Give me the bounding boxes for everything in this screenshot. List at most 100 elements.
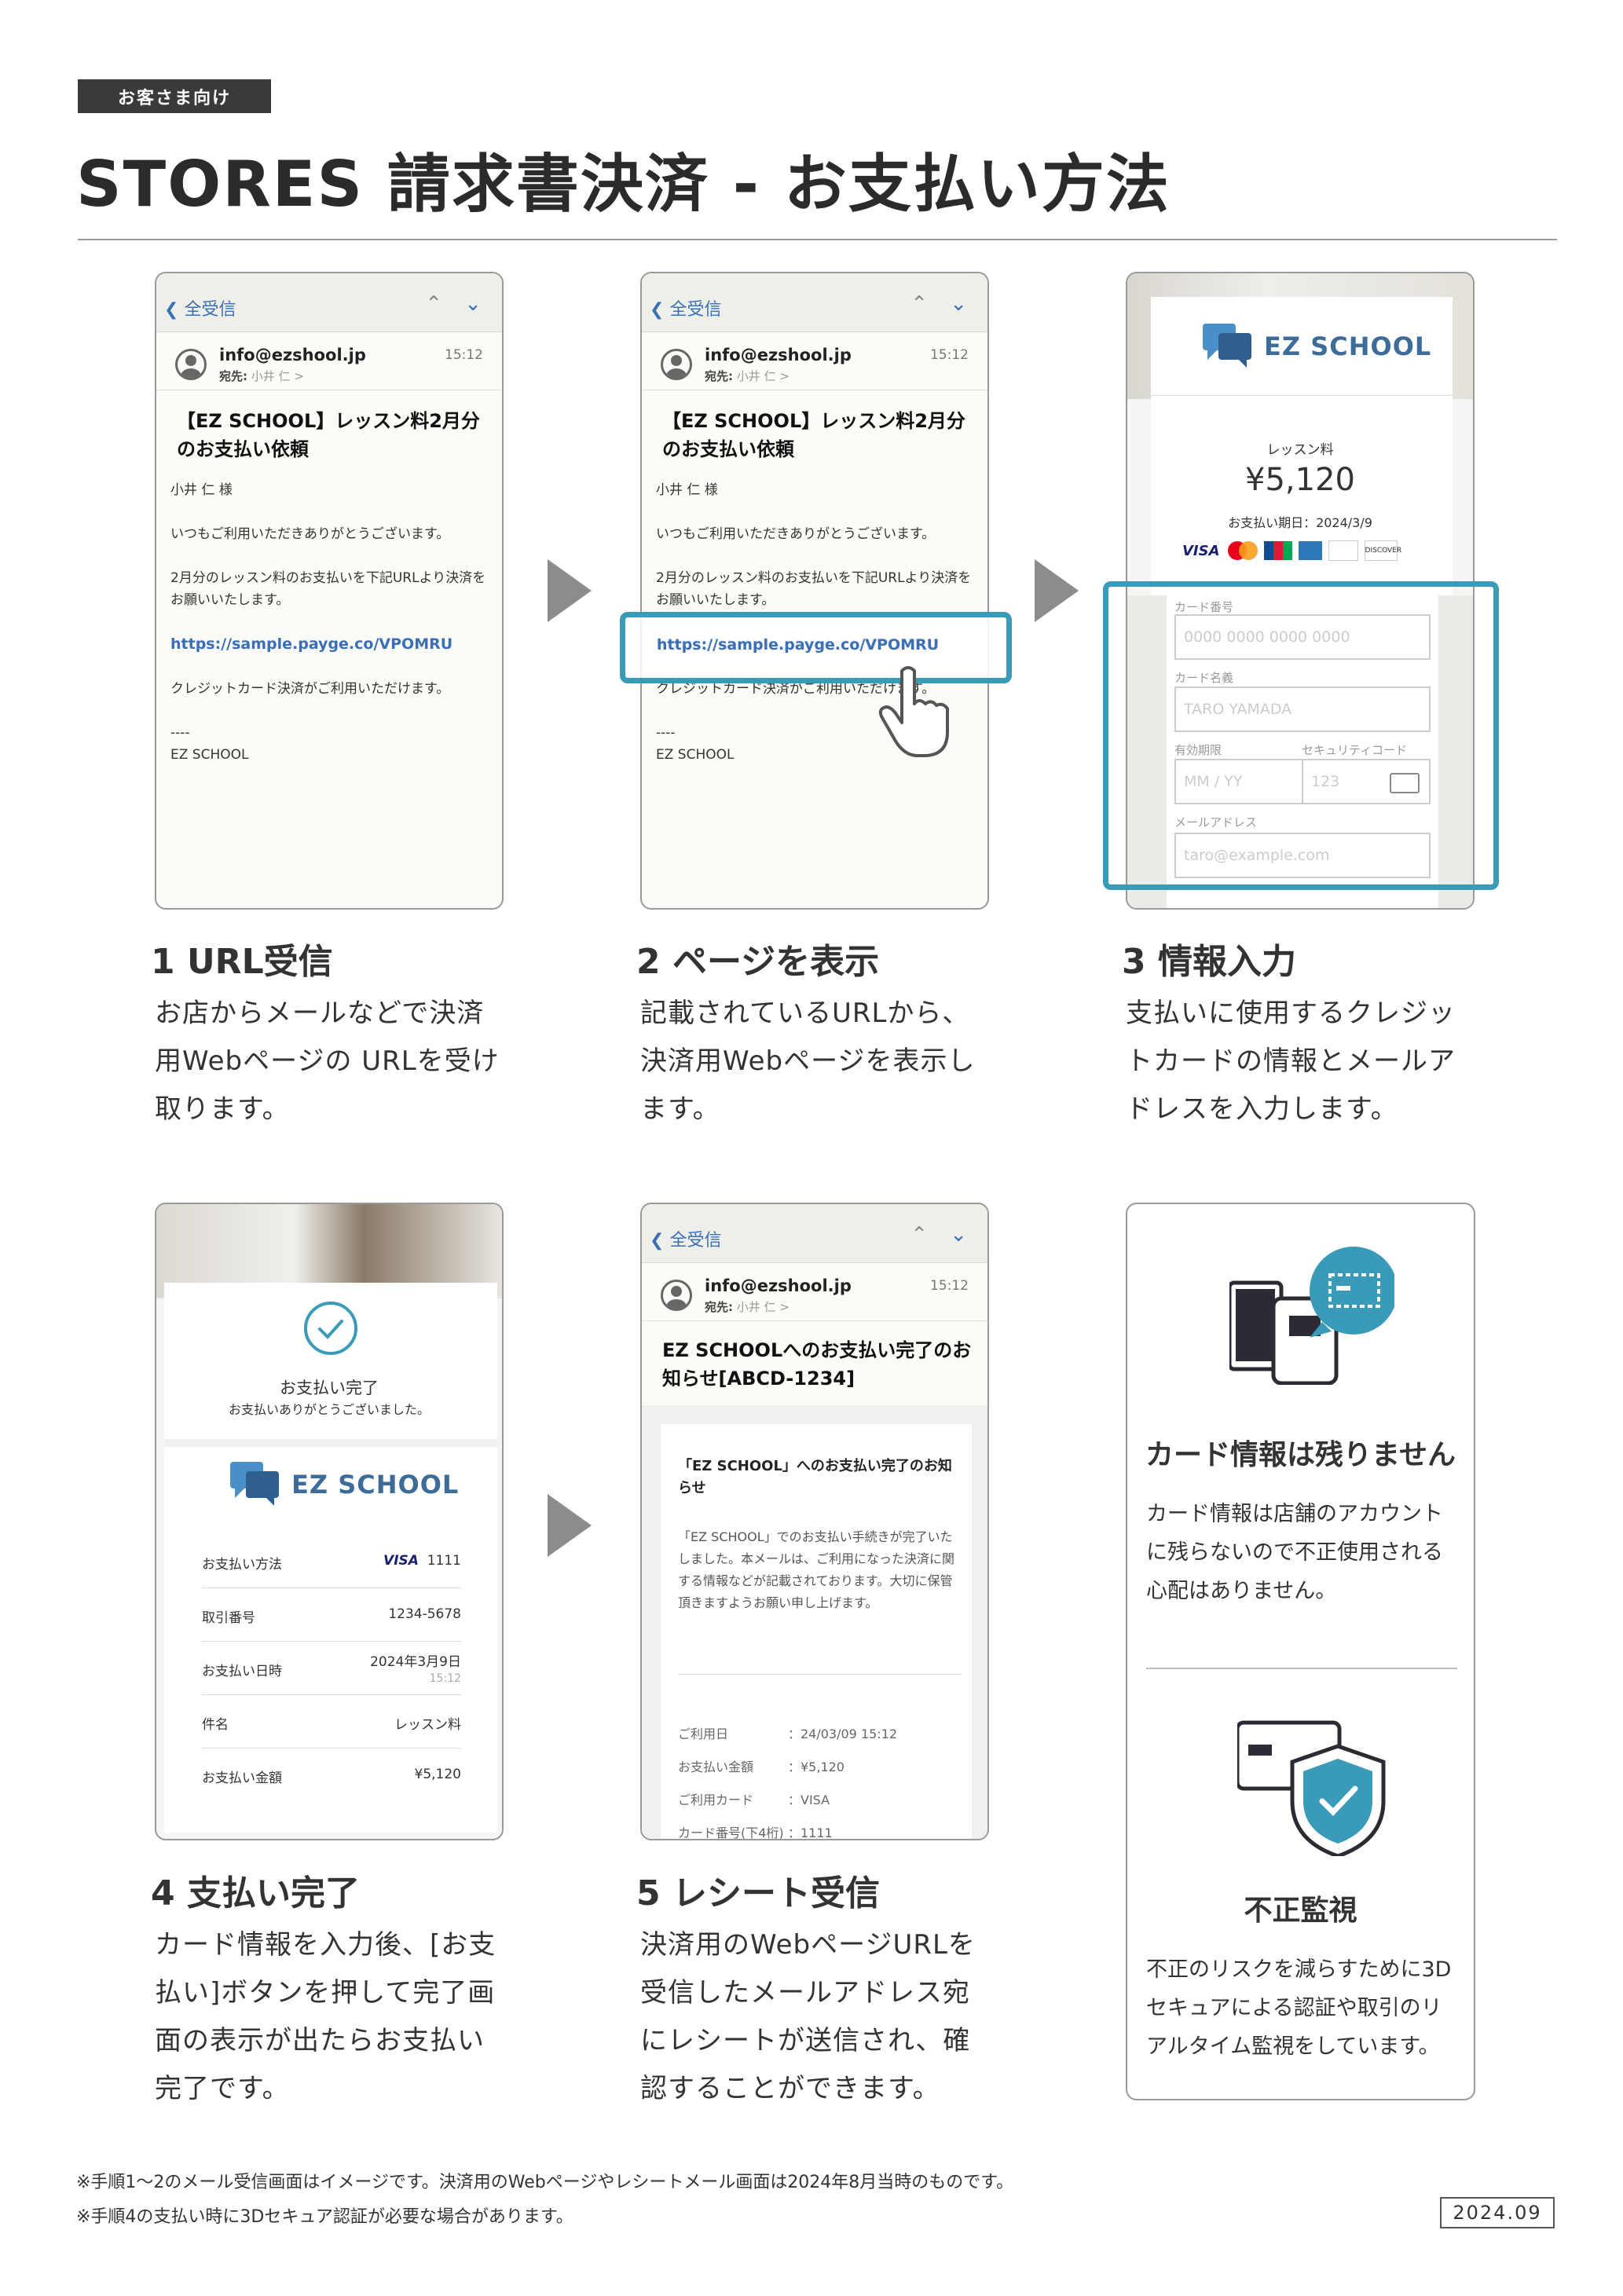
- receipt-body: 「EZ SCHOOL」でのお支払い手続きが完了いたしました。本メールは、ご利用に…: [678, 1529, 955, 1610]
- step-3-description: 支払いに使用するクレジットカードの情報とメールアドレスを入力します。: [1126, 998, 1456, 1125]
- step-2-description: 記載されているURLから、決済用Webページを表示します。: [640, 998, 976, 1125]
- form-highlight: [1103, 581, 1499, 890]
- item-row: 件名 レッスン料: [202, 1694, 461, 1749]
- step-3-heading: 3 情報入力: [1122, 942, 1296, 982]
- body-line: 2月分のレッスン料のお支払いを下記URLより決済をお願いいたします。: [656, 570, 972, 608]
- email-screen-2: ❮ 全受信 ⌃ ⌄ info@ezshool.jp 宛先: 小井 仁 > 15:…: [640, 272, 989, 910]
- amex-icon: [1298, 541, 1322, 560]
- mail-toolbar: ❮ 全受信 ⌃ ⌄: [642, 1204, 987, 1263]
- visa-icon: VISA: [383, 1553, 419, 1569]
- avatar-icon: [175, 349, 207, 380]
- received-time: 15:12: [445, 347, 483, 363]
- received-time: 15:12: [930, 347, 969, 363]
- due-date: お支払い期日：2024/3/9: [1228, 515, 1372, 530]
- brand-name: EZ SCHOOL: [1264, 331, 1432, 361]
- sender-address: info@ezshool.jp: [219, 346, 366, 364]
- ez-school-logo-icon: [230, 1462, 279, 1506]
- avatar-icon: [661, 1280, 692, 1311]
- sender-address: info@ezshool.jp: [705, 1276, 852, 1295]
- feature-2-title: 不正監視: [1244, 1895, 1357, 1927]
- chevron-down-icon[interactable]: ⌄: [464, 292, 482, 316]
- hand-pointer-icon: [878, 666, 949, 757]
- back-button[interactable]: ❮ 全受信: [164, 295, 236, 320]
- check-circle-icon: [304, 1302, 357, 1355]
- avatar-icon: [661, 349, 692, 380]
- receipt-email-screen: ❮ 全受信 ⌃ ⌄ info@ezshool.jp 宛先: 小井 仁 > 15:…: [640, 1203, 989, 1840]
- sender-block: info@ezshool.jp 宛先: 小井 仁 > 15:12: [642, 331, 987, 390]
- complete-subtitle: お支払いありがとうございました。: [228, 1402, 430, 1417]
- feature-1-title: カード情報は残りません: [1145, 1439, 1456, 1471]
- receipt-card: 「EZ SCHOOL」へのお支払い完了のお知らせ 「EZ SCHOOL」でのお支…: [661, 1424, 972, 1840]
- payment-method-row: お支払い方法 VISA 1111: [202, 1534, 461, 1588]
- step-2-heading: 2 ページを表示: [636, 942, 880, 982]
- payment-complete-screen: お支払い完了 お支払いありがとうございました。 EZ SCHOOL お支払い方法…: [155, 1203, 504, 1840]
- recipient: 宛先: 小井 仁 >: [705, 369, 790, 383]
- item-name: レッスン料: [1266, 442, 1334, 458]
- chevron-up-icon[interactable]: ⌃: [425, 292, 442, 316]
- body-line: 2月分のレッスン料のお支払いを下記URLより決済をお願いいたします。: [170, 570, 486, 608]
- email-screen-1: ❮ 全受信 ⌃ ⌄ info@ezshool.jp 宛先: 小井 仁 > 15:…: [155, 272, 504, 910]
- card-brand-list: VISA DISCOVER: [1182, 540, 1401, 561]
- discover-icon: DISCOVER: [1364, 540, 1401, 561]
- back-button[interactable]: ❮ 全受信: [650, 1226, 721, 1251]
- step-5-heading: 5 レシート受信: [636, 1873, 880, 1913]
- amount: ¥5,120: [1245, 462, 1355, 498]
- page-title: STORES 請求書決済 - お支払い方法: [76, 148, 1171, 221]
- publish-date: 2024.09: [1440, 2197, 1555, 2228]
- receipt-title: 「EZ SCHOOL」へのお支払い完了のお知らせ: [678, 1458, 952, 1496]
- ez-school-logo-icon: [1203, 324, 1251, 368]
- email-subject: EZ SCHOOLへのお支払い完了のお知らせ[ABCD-1234]: [662, 1339, 972, 1390]
- email-subject: 【EZ SCHOOL】レッスン料2月分のお支払い依頼: [662, 410, 965, 460]
- step-1-description: お店からメールなどで決済用Webページの URLを受け取ります。: [155, 998, 500, 1125]
- greeting: 小井 仁 様: [170, 482, 233, 498]
- email-subject: 【EZ SCHOOL】レッスン料2月分のお支払い依頼: [177, 410, 480, 460]
- step-arrow-icon: [548, 1494, 592, 1557]
- jcb-icon: [1263, 541, 1292, 560]
- body-line: いつもご利用いただきありがとうございます。: [170, 526, 450, 542]
- chevron-down-icon[interactable]: ⌄: [950, 292, 967, 316]
- mastercard-icon: [1226, 541, 1258, 560]
- mail-toolbar: ❮ 全受信 ⌃ ⌄: [642, 273, 987, 332]
- transaction-row: 取引番号 1234-5678: [202, 1587, 461, 1642]
- body-line: クレジットカード決済がご利用いただけます。: [170, 681, 450, 697]
- receipt-row: お支払い金額 ：¥5,120: [678, 1760, 844, 1774]
- body-line: いつもご利用いただきありがとうございます。: [656, 526, 936, 542]
- receipt-row: ご利用日 ：24/03/09 15:12: [678, 1727, 898, 1741]
- mail-toolbar: ❮ 全受信 ⌃ ⌄: [156, 273, 502, 332]
- sender-block: info@ezshool.jp 宛先: 小井 仁 > 15:12: [156, 331, 502, 390]
- feature-divider: [1146, 1668, 1457, 1669]
- email-body: 小井 仁 様 いつもご利用いただきありがとうございます。 2月分のレッスン料のお…: [170, 479, 493, 766]
- visa-icon: VISA: [1182, 542, 1220, 559]
- feature-2-description: 不正のリスクを減らすために3Dセキュアによる認証や取引のリアルタイム監視をしてい…: [1146, 1957, 1452, 2059]
- step-arrow-icon: [548, 559, 592, 622]
- step-arrow-icon: [1035, 559, 1079, 622]
- footnote-1: ※手順1〜2のメール受信画面はイメージです。決済用のWebページやレシートメール…: [76, 2173, 1014, 2192]
- feature-1-description: カード情報は店舗のアカウントに残らないので不正使用される心配はありません。: [1146, 1502, 1443, 1603]
- step-4-description: カード情報を入力後、[お支払い]ボタンを押して完了画面の表示が出たらお支払い完了…: [155, 1929, 496, 2104]
- chevron-up-icon[interactable]: ⌃: [910, 1223, 928, 1247]
- chevron-down-icon[interactable]: ⌄: [950, 1223, 967, 1247]
- received-time: 15:12: [930, 1278, 969, 1294]
- signature-separator: ----: [170, 725, 190, 741]
- audience-tag: お客さま向け: [78, 79, 271, 113]
- chevron-up-icon[interactable]: ⌃: [910, 292, 928, 316]
- sender-block: info@ezshool.jp 宛先: 小井 仁 > 15:12: [642, 1262, 987, 1321]
- recipient: 宛先: 小井 仁 >: [705, 1300, 790, 1314]
- card-not-stored-icon: [1229, 1247, 1394, 1385]
- highlighted-link[interactable]: https://sample.payge.co/VPOMRU: [657, 636, 939, 654]
- fraud-monitoring-shield-icon: [1237, 1720, 1386, 1856]
- receipt-details: ご利用日 ：24/03/09 15:12 お支払い金額 ：¥5,120 ご利用カード…: [678, 1718, 898, 1840]
- back-button[interactable]: ❮ 全受信: [650, 295, 721, 320]
- payment-link[interactable]: https://sample.payge.co/VPOMRU: [170, 635, 452, 653]
- footnote-2: ※手順4の支払い時に3Dセキュア認証が必要な場合があります。: [76, 2207, 573, 2227]
- recipient: 宛先: 小井 仁 >: [219, 369, 304, 383]
- diners-icon: [1328, 540, 1358, 561]
- greeting: 小井 仁 様: [656, 482, 718, 498]
- step-4-heading: 4 支払い完了: [151, 1873, 360, 1913]
- amount-row: お支払い金額 ¥5,120: [202, 1767, 461, 1786]
- signature: EZ SCHOOL: [170, 747, 249, 763]
- title-divider: [78, 239, 1557, 240]
- receipt-row: カード番号(下4桁) ：1111: [678, 1825, 833, 1840]
- brand-name: EZ SCHOOL: [291, 1470, 460, 1500]
- complete-title: お支払い完了: [280, 1379, 379, 1397]
